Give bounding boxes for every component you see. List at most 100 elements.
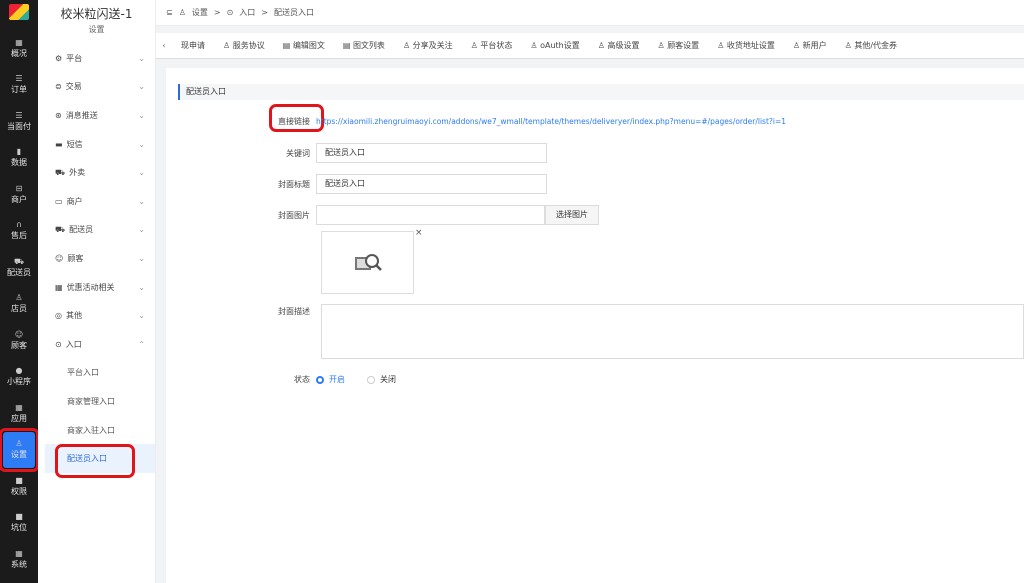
tab-item[interactable]: ♙ 平台状态: [462, 40, 522, 51]
tab-item[interactable]: ♙ oAuth设置: [521, 40, 588, 51]
rail-item[interactable]: ● 小程序: [0, 359, 38, 396]
main-content: 配送员入口 直接链接 https://xiaomili.zhengruimaoy…: [166, 68, 1024, 583]
tab-item[interactable]: ♙ 高级设置: [589, 40, 649, 51]
select-image-button[interactable]: 选择图片: [545, 205, 599, 225]
sidebar-menu-item[interactable]: ▦ 优惠活动相关 ⌄: [38, 273, 155, 302]
rail-item[interactable]: ■ 权限: [0, 468, 38, 505]
menu-label: 顾客: [67, 253, 84, 263]
chevron-down-icon: ⌄: [138, 53, 145, 63]
tab-item[interactable]: ▤ 图文列表: [334, 40, 394, 51]
sidebar-menu-item[interactable]: ⛟ 外卖 ⌄: [38, 158, 155, 187]
rail-item[interactable]: ⊟ 商户: [0, 176, 38, 213]
menu-icon: ◎: [55, 311, 62, 321]
sidebar-menu-item[interactable]: ⊙ 入口 ⌃: [38, 330, 155, 359]
rail-item[interactable]: ▦ 概况: [0, 30, 38, 67]
breadcrumb-settings[interactable]: 设置: [192, 7, 208, 18]
rail-item[interactable]: ☰ 订单: [0, 67, 38, 104]
menu-label: 消息推送: [65, 110, 98, 120]
rail-label: 顾客: [11, 340, 27, 350]
entry-icon: ⊙: [226, 8, 234, 17]
rail-icon: ▦: [15, 402, 23, 412]
chevron-down-icon: ⌄: [138, 110, 145, 120]
rail-label: 数据: [11, 158, 27, 168]
sidebar-menu-item[interactable]: ⊛ 消息推送 ⌄: [38, 101, 155, 130]
rail-item[interactable]: ▦ 应用: [0, 395, 38, 432]
sidebar-subitem[interactable]: 平台入口: [38, 359, 155, 388]
tab-item[interactable]: ♙ 分享及关注: [394, 40, 462, 51]
tab-scroll-left-icon[interactable]: ‹: [156, 41, 172, 50]
rail-item[interactable]: ▮ 数据: [0, 140, 38, 177]
chevron-down-icon: ⌄: [138, 139, 145, 149]
breadcrumb-sep: >: [261, 8, 268, 17]
status-on-radio[interactable]: 开启: [316, 374, 345, 385]
breadcrumb: ⊆ ♙ 设置 > ⊙ 入口 > 配送员入口: [156, 0, 1024, 26]
menu-label: 其他: [65, 311, 82, 321]
rail-item[interactable]: ■ 坑位: [0, 505, 38, 542]
chevron-down-icon: ⌄: [138, 168, 145, 178]
sidebar-menu-item[interactable]: ☺ 顾客 ⌄: [38, 244, 155, 273]
user-icon: ♙: [792, 41, 803, 50]
sidebar-menu-item[interactable]: ◎ 其他 ⌄: [38, 301, 155, 330]
menu-icon: ⛟: [55, 167, 66, 177]
cover-desc-textarea[interactable]: [321, 304, 1024, 359]
rail-label: 配送员: [7, 267, 31, 277]
cover-image-input[interactable]: [316, 205, 545, 225]
menu-icon: ⚙: [55, 53, 63, 63]
collapse-icon[interactable]: ⊆: [166, 8, 173, 17]
sidebar-subitem[interactable]: 配送员入口: [45, 444, 155, 478]
rail-icon: ■: [15, 512, 23, 522]
menu-icon: ⛟: [55, 224, 66, 234]
user-icon: ♙: [402, 41, 413, 50]
sidebar-menu-item[interactable]: ⊜ 交易 ⌄: [38, 73, 155, 102]
app-root: ▦ 概况 ☰ 订单 ☰ 当面付 ▮ 数据 ⊟ 商户 ∩ 售后 ⛟ 配送员 ♙ 店员 ☺ 顾客 ● 小程序 ▦ 应用 ♙ 设置 ■…: [0, 0, 1024, 583]
tab-item[interactable]: ♙ 顾客设置: [648, 40, 708, 51]
doc-icon: ▤: [282, 41, 293, 50]
rail-item[interactable]: ♙ 店员: [0, 286, 38, 323]
chevron-down-icon: ⌄: [138, 82, 145, 92]
rail-item[interactable]: ▦ 系统: [0, 541, 38, 578]
menu-icon: ▦: [55, 282, 63, 292]
user-icon: ♙: [223, 41, 233, 50]
main-rail: ▦ 概况 ☰ 订单 ☰ 当面付 ▮ 数据 ⊟ 商户 ∩ 售后 ⛟ 配送员 ♙ 店员 ☺ 顾客 ● 小程序 ▦ 应用 ♙ 设置 ■…: [0, 0, 39, 583]
rail-label: 坑位: [11, 523, 27, 533]
menu-label: 短信: [66, 139, 83, 149]
rail-item[interactable]: ☰ 当面付: [0, 103, 38, 140]
rail-item[interactable]: ☺ 顾客: [0, 322, 38, 359]
rail-label: 应用: [11, 413, 27, 423]
menu-label: 平台: [66, 53, 83, 63]
menu-icon: ⊙: [55, 339, 62, 349]
tab-item[interactable]: 现申请: [172, 40, 214, 51]
rail-icon: ∩: [16, 220, 22, 230]
sidebar-menu-item[interactable]: ⛟ 配送员 ⌄: [38, 216, 155, 245]
keyword-input[interactable]: 配送员入口: [316, 143, 547, 163]
rail-icon: ☰: [15, 110, 23, 120]
status-label: 状态: [294, 375, 310, 384]
tab-label: 高级设置: [607, 41, 640, 50]
direct-link[interactable]: https://xiaomili.zhengruimaoyi.com/addon…: [316, 117, 786, 126]
tab-item[interactable]: ♙ 其他/代金券: [836, 40, 906, 51]
rail-icon: ♙: [15, 439, 23, 449]
store-title: 校米粒闪送-1: [60, 7, 133, 21]
image-placeholder[interactable]: [321, 231, 414, 294]
rail-item[interactable]: ∩ 售后: [0, 213, 38, 250]
rail-item[interactable]: ⛟ 配送员: [0, 249, 38, 286]
sidebar-menu-item[interactable]: ⚙ 平台 ⌄: [38, 44, 155, 73]
chevron-down-icon: ⌄: [138, 311, 145, 321]
tab-item[interactable]: ♙ 收货地址设置: [708, 40, 784, 51]
radio-checked-icon: [316, 375, 324, 384]
sidebar-subitem[interactable]: 商家入驻入口: [38, 416, 155, 445]
sidebar-menu-item[interactable]: ▭ 商户 ⌄: [38, 187, 155, 216]
cover-title-input[interactable]: 配送员入口: [316, 174, 547, 194]
breadcrumb-entry[interactable]: 入口: [239, 7, 255, 18]
sidebar-subitem[interactable]: 商家管理入口: [38, 387, 155, 416]
sidebar-menu-item[interactable]: ▬ 短信 ⌄: [38, 130, 155, 159]
rail-item[interactable]: ♙ 设置: [0, 427, 39, 472]
breadcrumb-sep: >: [213, 8, 221, 17]
menu-icon: ⊛: [55, 110, 62, 120]
tab-item[interactable]: ▤ 编辑图文: [274, 40, 334, 51]
user-icon: ♙: [844, 41, 855, 50]
tab-item[interactable]: ♙ 新用户: [784, 40, 836, 51]
tab-item[interactable]: ♙ 服务协议: [214, 40, 274, 51]
remove-image-icon[interactable]: ×: [415, 228, 423, 238]
status-off-radio[interactable]: 关闭: [367, 374, 396, 385]
